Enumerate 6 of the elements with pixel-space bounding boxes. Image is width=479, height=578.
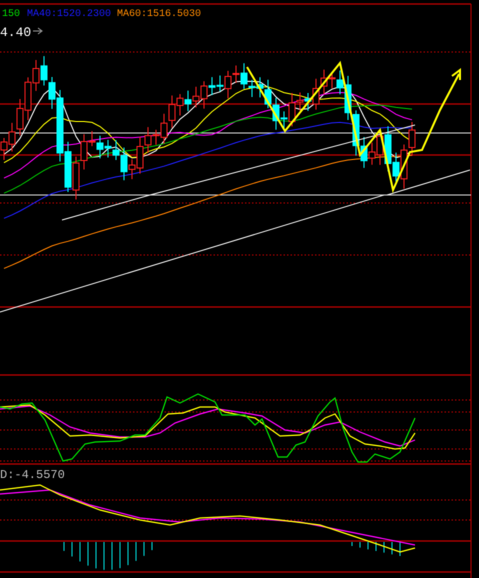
price-pointer-icon (32, 28, 43, 34)
legend-text: MA40:1520.2300 (27, 9, 112, 20)
legend-text: MA60:1516.5030 (117, 9, 202, 20)
indicator-value: D:-4.5570 (0, 468, 65, 482)
legend-text: 150 (2, 9, 20, 20)
price-label: 4.40 (0, 25, 32, 40)
